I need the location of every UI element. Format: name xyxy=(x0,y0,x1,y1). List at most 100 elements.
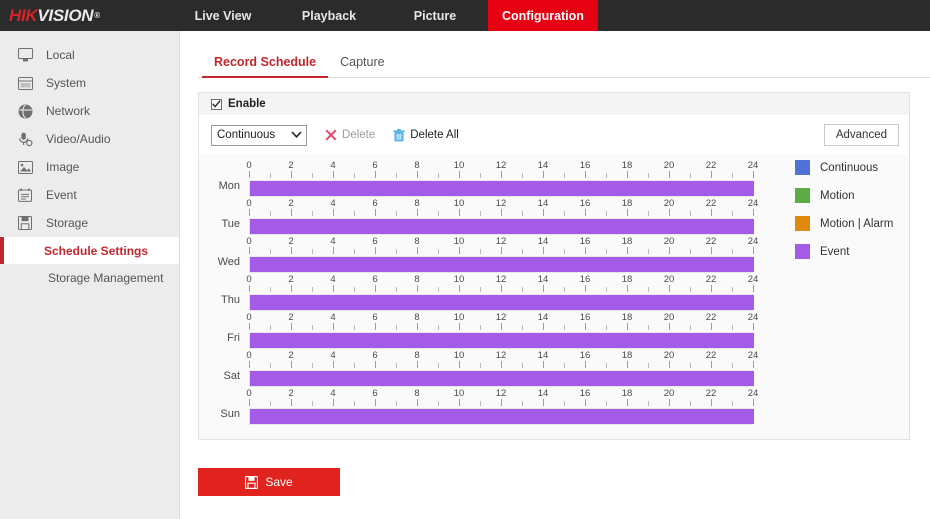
day-track-column: 0 2 4 6 8 10 12 14 16 18 20 22 24 xyxy=(246,160,758,197)
axis-tick xyxy=(312,173,313,178)
axis-tick-label: 6 xyxy=(372,198,378,209)
nav-item-live-view[interactable]: Live View xyxy=(170,0,276,31)
axis-tick xyxy=(564,363,565,368)
axis-tick xyxy=(690,287,691,292)
enable-checkbox[interactable] xyxy=(211,98,222,110)
tab-capture[interactable]: Capture xyxy=(328,55,396,77)
delete-button-label: Delete xyxy=(342,129,376,141)
nav-item-picture[interactable]: Picture xyxy=(382,0,488,31)
nav-item-playback[interactable]: Playback xyxy=(276,0,382,31)
axis-tick-label: 14 xyxy=(537,198,549,209)
schedule-track[interactable] xyxy=(249,408,754,425)
axis-tick xyxy=(564,173,565,178)
axis-tick xyxy=(606,287,607,292)
axis-tick xyxy=(249,361,250,368)
save-button[interactable]: Save xyxy=(198,468,340,496)
axis-tick xyxy=(543,399,544,406)
axis-tick xyxy=(249,247,250,254)
legend-item: Continuous xyxy=(795,160,893,175)
schedule-track[interactable] xyxy=(249,370,754,387)
axis-tick xyxy=(501,171,502,178)
axis-tick xyxy=(501,247,502,254)
axis-tick xyxy=(711,399,712,406)
schedule-track[interactable] xyxy=(249,256,754,273)
schedule-track[interactable] xyxy=(249,180,754,197)
axis-tick xyxy=(375,323,376,330)
sidebar-item-system[interactable]: System xyxy=(0,69,179,97)
sidebar-item-network[interactable]: Network xyxy=(0,97,179,125)
axis-tick xyxy=(312,363,313,368)
axis-tick-label: 24 xyxy=(747,312,759,323)
axis-tick xyxy=(438,173,439,178)
delete-button[interactable]: Delete xyxy=(325,129,375,141)
schedule-type-select[interactable]: Continuous xyxy=(211,124,307,146)
logo-text-hik: HIK xyxy=(9,5,38,25)
sidebar-item-storage-management[interactable]: Storage Management xyxy=(0,264,179,291)
schedule-track[interactable] xyxy=(249,294,754,311)
axis-tick xyxy=(501,361,502,368)
axis-tick xyxy=(354,363,355,368)
axis-tick-label: 20 xyxy=(663,312,675,323)
sidebar-item-storage[interactable]: Storage xyxy=(0,209,179,237)
axis-tick xyxy=(417,361,418,368)
axis-tick xyxy=(501,323,502,330)
axis-tick-label: 18 xyxy=(621,350,633,361)
sidebar-item-schedule-settings[interactable]: Schedule Settings xyxy=(0,237,179,264)
axis-tick xyxy=(732,211,733,216)
schedule-segment[interactable] xyxy=(250,219,754,234)
schedule-segment[interactable] xyxy=(250,409,754,424)
axis-tick-label: 16 xyxy=(579,350,591,361)
axis-tick-label: 12 xyxy=(495,388,507,399)
schedule-segment[interactable] xyxy=(250,333,754,348)
sidebar-item-local[interactable]: Local xyxy=(0,41,179,69)
axis-tick-label: 14 xyxy=(537,274,549,285)
axis-tick xyxy=(606,363,607,368)
sidebar-item-image[interactable]: Image xyxy=(0,153,179,181)
axis-tick xyxy=(333,361,334,368)
axis-tick-label: 24 xyxy=(747,160,759,171)
axis-tick xyxy=(396,401,397,406)
axis-tick-label: 22 xyxy=(705,198,717,209)
axis-tick-label: 2 xyxy=(288,350,294,361)
registered-trademark-icon: ® xyxy=(94,11,100,20)
schedule-segment[interactable] xyxy=(250,181,754,196)
schedule-segment[interactable] xyxy=(250,295,754,310)
axis-tick-label: 18 xyxy=(621,274,633,285)
axis-tick xyxy=(333,399,334,406)
tab-record-schedule[interactable]: Record Schedule xyxy=(202,55,329,78)
day-label: Sun xyxy=(220,408,240,420)
axis-tick-label: 16 xyxy=(579,236,591,247)
axis-tick-label: 18 xyxy=(621,198,633,209)
axis-tick xyxy=(459,399,460,406)
axis-tick-label: 20 xyxy=(663,236,675,247)
axis-tick-label: 20 xyxy=(663,388,675,399)
axis-tick-label: 8 xyxy=(414,274,420,285)
schedule-segment[interactable] xyxy=(250,257,754,272)
schedule-track[interactable] xyxy=(249,218,754,235)
day-track-column: 0 2 4 6 8 10 12 14 16 18 20 22 24 xyxy=(246,236,758,273)
axis-tick-label: 2 xyxy=(288,198,294,209)
axis-tick xyxy=(690,363,691,368)
sidebar-item-video-audio[interactable]: Video/Audio xyxy=(0,125,179,153)
globe-icon xyxy=(14,102,36,120)
legend-label: Motion xyxy=(820,189,855,202)
nav-item-configuration[interactable]: Configuration xyxy=(488,0,598,31)
sidebar-item-event[interactable]: Event xyxy=(0,181,179,209)
axis-tick xyxy=(585,209,586,216)
schedule-track[interactable] xyxy=(249,332,754,349)
axis-tick-label: 6 xyxy=(372,236,378,247)
axis-tick xyxy=(291,209,292,216)
axis-tick xyxy=(270,211,271,216)
delete-all-button[interactable]: Delete All xyxy=(393,128,459,142)
floppy-disk-icon xyxy=(14,214,36,232)
axis-tick-label: 14 xyxy=(537,388,549,399)
axis-tick xyxy=(396,173,397,178)
advanced-button[interactable]: Advanced xyxy=(823,124,899,146)
schedule-segment[interactable] xyxy=(250,371,754,386)
axis-tick xyxy=(690,173,691,178)
schedule-row: Sun 0 2 4 6 8 10 12 14 16 18 20 22 24 xyxy=(199,388,909,427)
axis-tick xyxy=(249,209,250,216)
axis-tick xyxy=(543,209,544,216)
axis-tick xyxy=(711,171,712,178)
axis-tick-label: 2 xyxy=(288,160,294,171)
